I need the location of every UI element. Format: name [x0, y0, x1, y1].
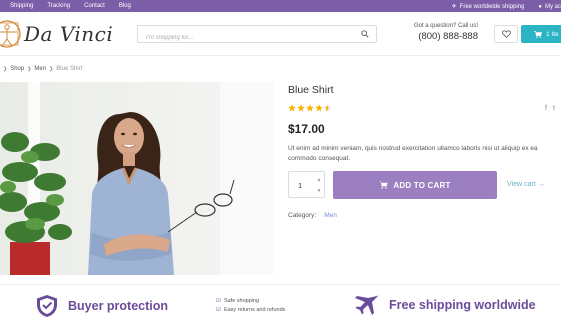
quantity-stepper[interactable]: 1 ▲ ▼	[288, 171, 325, 198]
free-shipping-note: ✈ Free worldwide shipping	[451, 3, 525, 11]
shield-icon	[37, 295, 57, 317]
top-link-blog[interactable]: Blog	[119, 3, 131, 9]
facebook-icon[interactable]: f	[545, 105, 547, 112]
share-icons: f t	[545, 105, 555, 112]
cart-icon	[534, 30, 542, 38]
free-shipping-title: Free shipping worldwide	[389, 298, 536, 312]
category-label: Category:	[288, 212, 317, 219]
star-rating[interactable]	[288, 104, 332, 112]
plane-icon: ✈	[451, 4, 457, 10]
account-link[interactable]: ● My ac	[538, 4, 561, 10]
cart-icon	[379, 181, 388, 189]
checklist-item-text: Safe shopping	[223, 298, 260, 304]
search-box	[137, 25, 377, 46]
add-to-cart-label: ADD TO CART	[393, 180, 451, 190]
breadcrumb: ❯ Shop ❯ Men ❯ Blue Shirt	[0, 66, 82, 72]
airplane-icon	[355, 295, 379, 315]
search-icon[interactable]	[361, 30, 369, 38]
check-icon: ☑	[216, 307, 221, 313]
product-description: Ut enim ad minim veniam, quis nostrud ex…	[288, 145, 538, 162]
wishlist-button[interactable]	[494, 25, 518, 43]
star-icon	[297, 104, 305, 112]
breadcrumb-men[interactable]: Men	[34, 66, 46, 72]
product-title: Blue Shirt	[288, 84, 334, 96]
logo-text: Da Vinci	[24, 22, 114, 46]
star-icon	[288, 104, 296, 112]
top-bar: Shipping Tracking Contact Blog ✈ Free wo…	[0, 0, 561, 12]
breadcrumb-separator-icon: ❯	[49, 66, 54, 72]
product-category: Category: Men	[288, 212, 337, 219]
breadcrumb-shop[interactable]: Shop	[10, 66, 24, 72]
add-to-cart-button[interactable]: ADD TO CART	[333, 171, 497, 199]
checklist-item-text: Easy returns and refunds	[223, 307, 286, 313]
search-input[interactable]	[138, 30, 353, 46]
buyer-protection: Buyer protection	[36, 294, 168, 318]
quantity-value[interactable]: 1	[298, 181, 302, 190]
top-link-contact[interactable]: Contact	[84, 3, 105, 9]
buyer-protection-title: Buyer protection	[68, 299, 169, 313]
star-icon	[306, 104, 314, 112]
site-header: Da Vinci Got a question? Call us! (800) …	[0, 12, 561, 56]
breadcrumb-separator-icon: ❯	[27, 66, 32, 72]
contact-info: Got a question? Call us! (800) 888-888	[410, 23, 478, 42]
product-price: $17.00	[288, 122, 325, 136]
free-shipping-feature: Free shipping worldwide	[355, 294, 536, 316]
heart-icon	[501, 30, 511, 38]
breadcrumb-current: Blue Shirt	[56, 66, 83, 72]
features-strip: Buyer protection ☑ Safe shopping ☑ Easy re…	[0, 284, 561, 321]
free-shipping-note-text: Free worldwide shipping	[459, 3, 525, 10]
category-link[interactable]: Men	[324, 212, 337, 219]
quantity-increase-icon[interactable]: ▲	[315, 176, 323, 184]
star-icon	[315, 104, 323, 112]
quantity-decrease-icon[interactable]: ▼	[315, 187, 323, 195]
user-icon: ●	[538, 3, 542, 10]
view-cart-link[interactable]: View cart →	[507, 181, 545, 188]
product-image[interactable]	[0, 82, 274, 275]
logo[interactable]: Da Vinci	[0, 19, 113, 49]
checklist-item: ☑ Safe shopping	[216, 297, 285, 306]
vitruvian-logo-icon	[0, 20, 21, 48]
protection-checklist: ☑ Safe shopping ☑ Easy returns and refunds	[216, 297, 285, 315]
contact-question: Got a question? Call us!	[413, 23, 478, 29]
check-icon: ☑	[216, 298, 221, 304]
twitter-icon[interactable]: t	[553, 105, 555, 112]
star-half-icon	[324, 104, 332, 112]
top-link-shipping[interactable]: Shipping	[10, 3, 33, 9]
product-photo-illustration	[0, 82, 274, 275]
cart-count-label: 1 Ite	[546, 30, 559, 38]
top-links: Shipping Tracking Contact Blog	[10, 3, 145, 9]
top-link-tracking[interactable]: Tracking	[47, 3, 70, 9]
checklist-item: ☑ Easy returns and refunds	[216, 306, 285, 315]
breadcrumb-separator-icon: ❯	[3, 66, 8, 72]
cart-button[interactable]: 1 Ite	[521, 25, 561, 43]
account-link-label: My ac	[544, 3, 561, 10]
contact-phone[interactable]: (800) 888-888	[410, 31, 478, 42]
